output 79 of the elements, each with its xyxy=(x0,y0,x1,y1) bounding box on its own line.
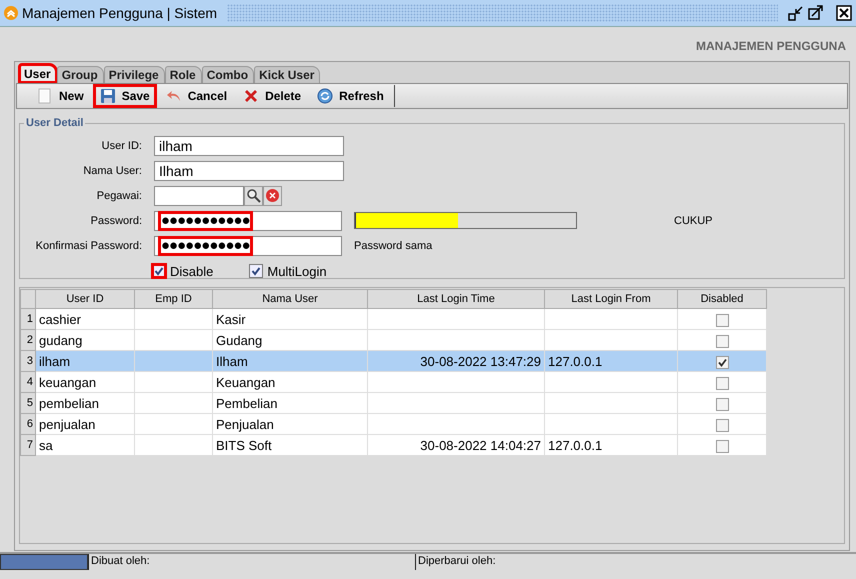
table-cell: 127.0.0.1 xyxy=(544,350,678,372)
column-header: Last Login Time xyxy=(368,290,544,308)
tab[interactable]: Privilege xyxy=(104,66,165,83)
app-icon xyxy=(4,6,18,20)
column-header: Disabled xyxy=(678,290,766,308)
clear-button[interactable] xyxy=(263,186,282,206)
tab[interactable]: Kick User xyxy=(254,66,320,83)
table-cell: Kasir xyxy=(212,308,368,330)
table-cell: gudang xyxy=(36,330,134,350)
checkbox[interactable] xyxy=(716,314,728,327)
table-cell: keuangan xyxy=(36,372,134,392)
tab[interactable]: User xyxy=(19,64,57,83)
password-field[interactable]: ●●●●●●●●●●● xyxy=(154,210,342,230)
table-cell: Pembelian xyxy=(212,392,368,414)
page-icon xyxy=(37,88,53,104)
checkbox[interactable] xyxy=(716,440,728,453)
strength-label: CUKUP xyxy=(674,214,713,226)
maximize-button[interactable] xyxy=(808,5,824,21)
window-title: Manajemen Pengguna | Sistem xyxy=(22,5,218,21)
column-header: Emp ID xyxy=(134,290,212,308)
toolbar-button[interactable]: Cancel xyxy=(160,85,234,107)
status-text: Diperbarui oleh: xyxy=(415,554,856,570)
field-label: Nama User: xyxy=(82,164,142,176)
tab[interactable]: Combo xyxy=(202,66,254,83)
status-text: Dibuat oleh: xyxy=(88,554,415,570)
text-field[interactable]: Ilham xyxy=(154,160,344,180)
table-cell: sa xyxy=(36,434,134,456)
field-label: Pegawai: xyxy=(96,190,142,202)
table-cell: Penjualan xyxy=(212,414,368,434)
table-cell: 30-08-2022 13:47:29 xyxy=(368,350,544,372)
table-cell: cashier xyxy=(36,308,134,330)
text-field[interactable]: ilham xyxy=(154,136,344,156)
tab[interactable]: Role xyxy=(164,66,202,83)
close-button[interactable] xyxy=(836,5,852,21)
checkbox[interactable] xyxy=(716,418,728,432)
checkbox[interactable]: MultiLogin xyxy=(249,264,327,278)
table-cell: 30-08-2022 14:04:27 xyxy=(368,434,544,456)
checkbox[interactable]: Disable xyxy=(152,264,214,278)
restore-button[interactable] xyxy=(788,5,804,21)
cross-icon xyxy=(243,88,260,104)
field-label: User ID: xyxy=(100,140,142,152)
column-header: Last Login From xyxy=(544,290,678,308)
tab[interactable]: Group xyxy=(56,66,104,83)
row-number: 5 xyxy=(20,392,36,414)
password-field[interactable]: ●●●●●●●●●●● xyxy=(154,236,342,256)
row-number: 6 xyxy=(20,414,36,434)
checkbox[interactable] xyxy=(716,334,728,348)
toolbar-button[interactable]: Refresh xyxy=(311,85,390,107)
table-cell: 127.0.0.1 xyxy=(544,434,678,456)
refresh-icon xyxy=(317,88,334,104)
section-title: User Detail xyxy=(25,117,84,129)
check-icon xyxy=(716,356,728,368)
text-field[interactable] xyxy=(154,186,244,206)
row-number: 3 xyxy=(20,350,36,372)
toolbar-button[interactable]: Delete xyxy=(237,85,308,107)
table-cell: penjualan xyxy=(36,414,134,434)
field-label: Password: xyxy=(90,214,142,226)
table-cell: Ilham xyxy=(212,350,368,372)
check-icon xyxy=(153,265,165,277)
check-icon xyxy=(250,265,262,277)
table-cell: ilham xyxy=(36,350,134,372)
row-number: 1 xyxy=(20,308,36,330)
match-message: Password sama xyxy=(354,240,432,252)
search-button[interactable] xyxy=(244,186,263,206)
page-heading: MANAJEMEN PENGGUNA xyxy=(696,39,846,53)
row-number: 7 xyxy=(20,434,36,456)
row-number: 4 xyxy=(20,372,36,392)
table-cell: Gudang xyxy=(212,330,368,350)
toolbar-button[interactable]: New xyxy=(31,85,90,107)
checkbox[interactable] xyxy=(716,376,728,390)
column-header: Nama User xyxy=(212,290,368,308)
toolbar-button[interactable]: Save xyxy=(94,85,156,107)
checkbox[interactable] xyxy=(716,398,728,411)
table-cell: Keuangan xyxy=(212,372,368,392)
field-label: Konfirmasi Password: xyxy=(34,240,142,252)
table-cell: pembelian xyxy=(36,392,134,414)
table-cell: BITS Soft xyxy=(212,434,368,456)
row-number: 2 xyxy=(20,330,36,350)
column-header: User ID xyxy=(36,290,134,308)
